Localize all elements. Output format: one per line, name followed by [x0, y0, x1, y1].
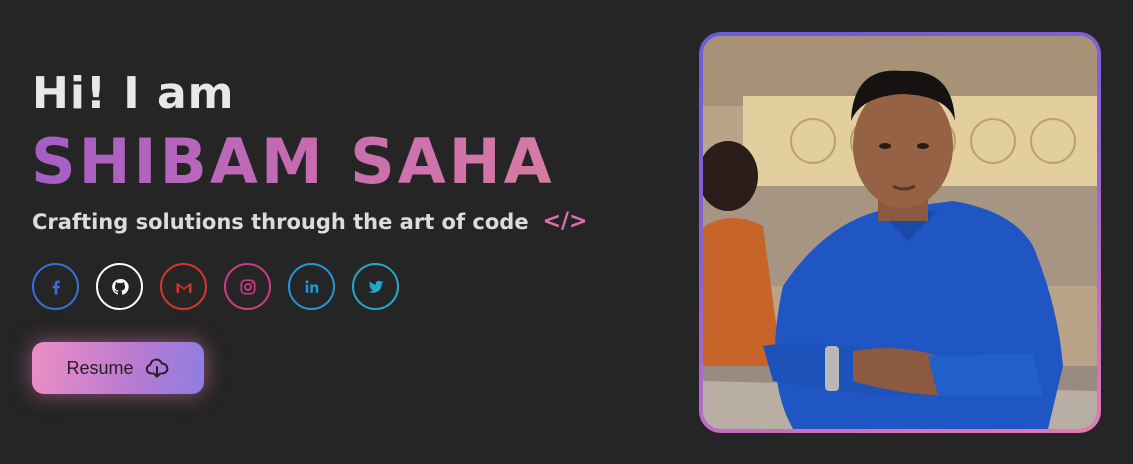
linkedin-icon	[305, 279, 318, 293]
facebook-link[interactable]	[32, 263, 79, 310]
tagline: Crafting solutions through the art of co…	[32, 206, 587, 238]
facebook-icon	[52, 280, 60, 294]
instagram-icon	[240, 279, 255, 294]
cloud-download-icon	[145, 358, 168, 378]
gmail-link[interactable]	[160, 263, 207, 310]
github-icon	[111, 278, 129, 295]
profile-photo	[703, 36, 1097, 429]
resume-button-label: Resume	[66, 357, 134, 378]
social-links	[32, 263, 399, 310]
resume-button[interactable]: Resume	[32, 342, 204, 394]
greeting-text: Hi! I am	[32, 68, 235, 119]
hero-section: Hi! I am SHIBAM SAHA Crafting solutions …	[0, 0, 1133, 464]
tagline-text: Crafting solutions through the art of co…	[32, 210, 529, 234]
profile-photo-illustration	[703, 36, 1097, 429]
linkedin-link[interactable]	[288, 263, 335, 310]
gmail-icon	[176, 281, 191, 293]
instagram-link[interactable]	[224, 263, 271, 310]
name-heading: SHIBAM SAHA	[31, 125, 555, 198]
twitter-link[interactable]	[352, 263, 399, 310]
code-icon: </>	[542, 209, 588, 234]
twitter-icon	[368, 280, 383, 293]
profile-photo-frame	[699, 32, 1101, 433]
github-link[interactable]	[96, 263, 143, 310]
